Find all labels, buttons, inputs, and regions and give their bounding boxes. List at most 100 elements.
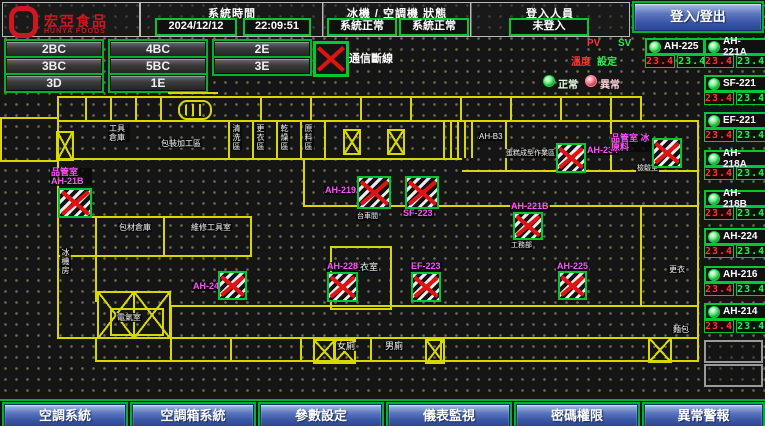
wall-segment (135, 96, 137, 122)
zone-button-2e[interactable]: 2E (214, 41, 310, 57)
sv-name-label: 設定 (597, 53, 617, 68)
room-label: 台車間 (356, 212, 379, 221)
zone-button-2bc[interactable]: 2BC (6, 41, 102, 57)
wall-segment (464, 120, 466, 158)
room-label: 清洗區 (231, 124, 242, 151)
footer-button-param-setting[interactable]: 參數設定 (260, 404, 382, 426)
brand-subtitle: HUNYA FOODS (44, 28, 108, 35)
empty-unit-slot (704, 364, 763, 387)
unit-ef-221[interactable]: EF-221 (704, 112, 765, 129)
wall-segment (276, 120, 278, 160)
wall-segment (300, 120, 302, 160)
comm-loss-legend-icon (313, 41, 349, 77)
room-label: 更衣區 (255, 124, 266, 151)
wall-segment (460, 96, 462, 122)
wall-segment (640, 205, 642, 305)
wall-segment (640, 120, 699, 122)
wall-segment (370, 337, 372, 362)
footer-button-meter-monitor[interactable]: 儀表監視 (388, 404, 510, 426)
room-label: 包材倉庫 (118, 223, 152, 232)
tank-shape (178, 100, 212, 120)
room-label: 麵包 (672, 325, 690, 334)
stair-icon (425, 339, 445, 364)
unit-lamp-icon (708, 193, 720, 205)
footer-button-alarm[interactable]: 異常警報 (644, 404, 763, 426)
wall-segment (0, 117, 2, 162)
unit-name: AH-224 (723, 231, 757, 242)
wall-segment (610, 96, 612, 122)
room-label: AH-B3 (478, 132, 504, 141)
alarm-tag: SF-223 (402, 209, 434, 218)
brand-name: 宏亞食品 (44, 14, 108, 28)
unit-ah-218a[interactable]: AH-218A (704, 150, 765, 167)
footer-bar: 空調系統 空調箱系統 參數設定 儀表監視 密碼權限 異常警報 (0, 399, 765, 426)
unit-lamp-icon (649, 41, 661, 53)
wall-segment (57, 96, 642, 98)
unit-sf-221[interactable]: SF-221 (704, 75, 765, 92)
wall-segment (57, 255, 252, 257)
normal-legend-label: 正常 (558, 76, 578, 91)
wall-segment (163, 216, 165, 257)
wall-segment (95, 337, 97, 362)
alarm-tag: AH-225 (556, 262, 589, 271)
logo-box: 宏亞食品 HUNYA FOODS (2, 2, 140, 37)
sv-value: 23.4 (736, 320, 765, 333)
pv-value: 23.4 (645, 55, 675, 68)
unit-ah-221a[interactable]: AH-221A (704, 38, 765, 55)
zone-button-1e[interactable]: 1E (110, 75, 206, 91)
zone-button-5bc[interactable]: 5BC (110, 58, 206, 74)
wall-segment (410, 96, 412, 122)
alarm-tag: EF-223 (410, 262, 442, 271)
unit-ah-224[interactable]: AH-224 (704, 228, 765, 245)
footer-button-ac-system[interactable]: 空調系統 (4, 404, 126, 426)
zone-button-4bc[interactable]: 4BC (110, 41, 206, 57)
wall-segment (160, 96, 162, 122)
abnormal-lamp-icon (585, 75, 597, 87)
sv-value: 23.4 (677, 55, 707, 68)
zone-button-3d[interactable]: 3D (6, 75, 102, 91)
wall-segment (57, 120, 642, 122)
footer-button-password[interactable]: 密碼權限 (516, 404, 638, 426)
system-time-section: 系統時間 2024/12/12 22:09:51 (140, 2, 324, 37)
wall-segment (170, 305, 699, 307)
comm-loss-legend-label: 通信斷線 (349, 50, 393, 66)
pv-value: 23.4 (704, 320, 734, 333)
wall-segment (95, 216, 97, 302)
zone-button-3bc[interactable]: 3BC (6, 58, 102, 74)
wall-segment (505, 120, 507, 172)
room-label: 包裝加工區 (160, 139, 202, 148)
wall-segment (560, 96, 562, 122)
wall-segment (252, 120, 254, 160)
sv-legend-label: SV (618, 38, 631, 49)
room-label: 工務部 (510, 241, 533, 250)
wall-segment (457, 120, 459, 158)
unit-lamp-icon (708, 153, 720, 165)
unit-ah-218b-values: 23.423.4 (704, 207, 763, 220)
wall-segment (443, 120, 445, 158)
unit-ef-221-values: 23.423.4 (704, 129, 763, 142)
room-label: 男廁 (384, 342, 404, 351)
room-label: 女廁 (336, 342, 356, 351)
comm-loss-alarm-icon (405, 176, 439, 209)
unit-ah-214[interactable]: AH-214 (704, 303, 765, 320)
room-label: 乾燥區 (279, 124, 290, 151)
pv-value: 23.4 (704, 129, 734, 142)
login-logout-button[interactable]: 登入/登出 (634, 3, 762, 31)
zone-button-3e[interactable]: 3E (214, 58, 310, 74)
sv-value: 23.4 (736, 167, 765, 180)
system-time-value: 22:09:51 (243, 18, 311, 36)
unit-ah-216-values: 23.423.4 (704, 283, 763, 296)
unit-lamp-icon (708, 41, 720, 53)
unit-ah-218b[interactable]: AH-218B (704, 190, 765, 207)
unit-ah-218a-values: 23.423.4 (704, 167, 763, 180)
chiller-status-value: 系統正常 (327, 18, 397, 36)
wall-segment (510, 96, 512, 122)
footer-button-ahu-system[interactable]: 空調箱系統 (132, 404, 254, 426)
wall-segment (324, 120, 326, 160)
unit-ah-216[interactable]: AH-216 (704, 266, 765, 283)
comm-loss-alarm-icon (58, 188, 92, 218)
unit-ah-225[interactable]: AH-225 (645, 38, 705, 55)
login-section: 登入人員 未登入 (470, 2, 630, 37)
wall-segment (228, 120, 230, 160)
pv-value: 23.4 (704, 92, 734, 105)
